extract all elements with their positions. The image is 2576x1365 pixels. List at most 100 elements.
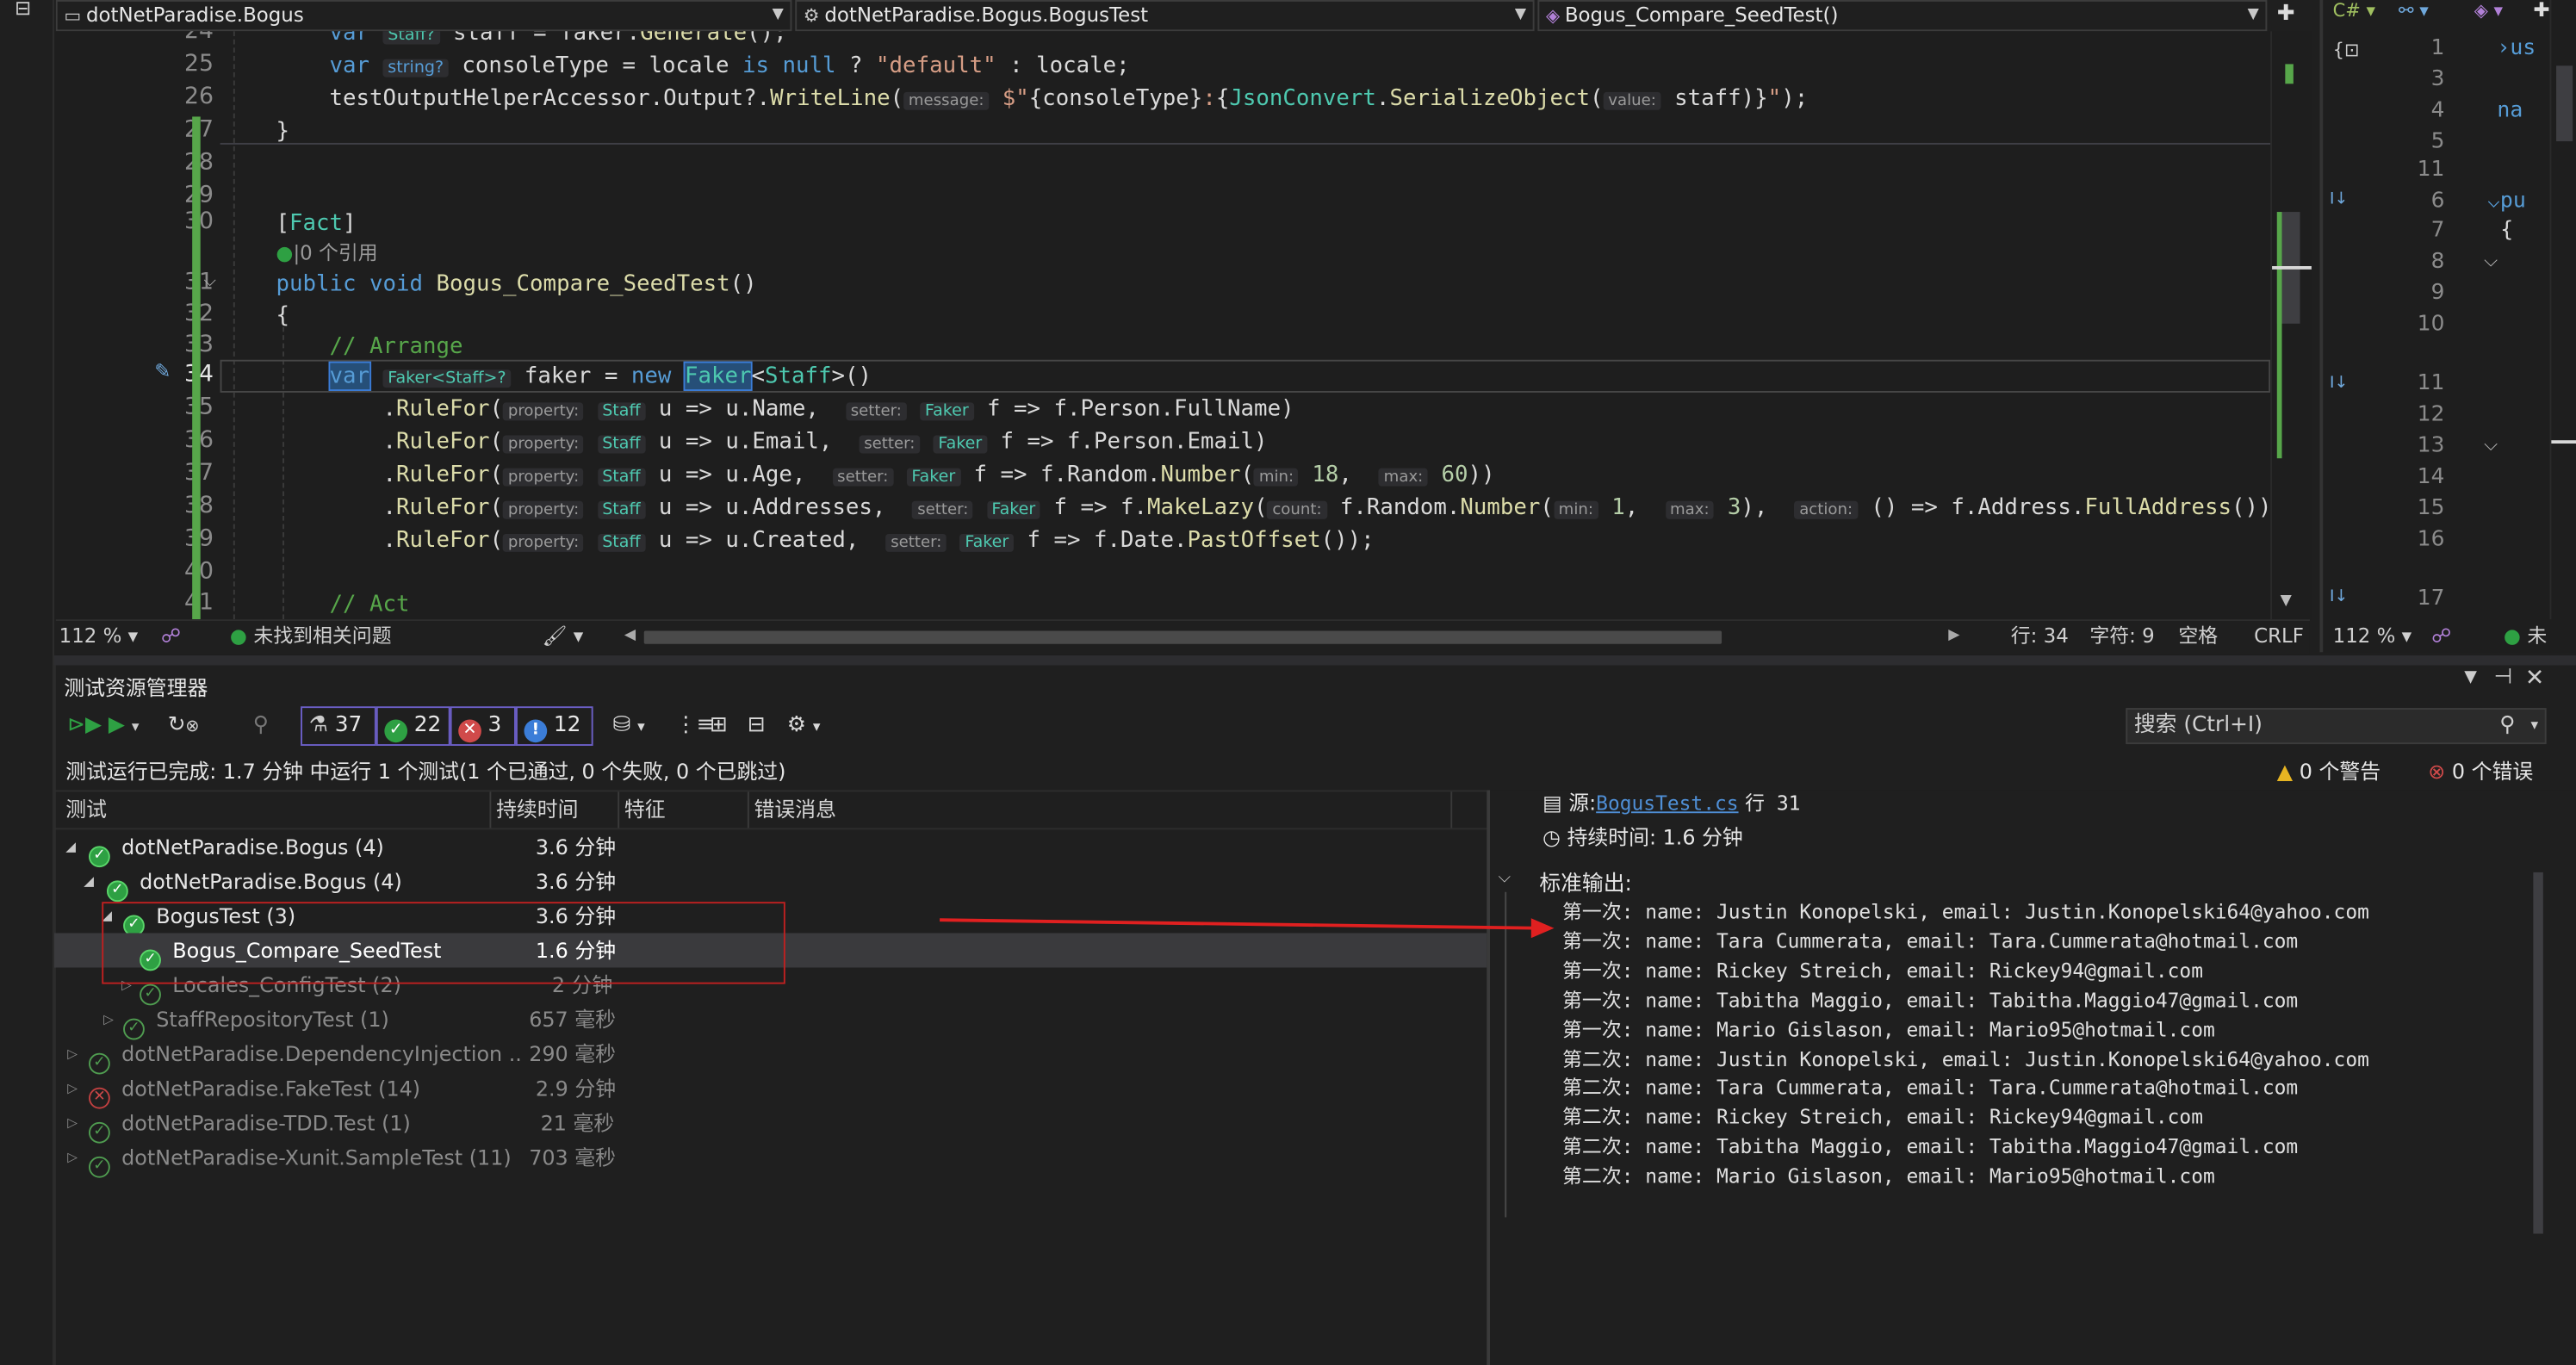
project-name: dotNetParadise.Bogus (85, 3, 304, 27)
group-by-icon[interactable]: ⋮≡ (675, 708, 715, 744)
collapse-chevron-icon[interactable]: ⌵ (204, 273, 216, 291)
run-icon[interactable]: ▶ ▾ (109, 708, 140, 744)
collapse-chevron-icon[interactable]: ⌵ (1499, 869, 1511, 887)
editor-vertical-scrollbar[interactable]: ▼ (2270, 31, 2312, 620)
method-icon: ◈ (1545, 4, 1561, 27)
code-line-34: var Faker<Staff>? faker = new Faker<Staf… (327, 361, 872, 391)
tree-row-project[interactable]: ▷ ✓ dotNetParadise.DependencyInjection .… (54, 1037, 1487, 1075)
collapse-chevron-icon[interactable]: ⌵ (2484, 250, 2498, 273)
split-editor-button[interactable]: ✚ (2277, 0, 2306, 31)
column-traits[interactable]: 特征 (624, 791, 666, 828)
column-error-message[interactable]: 错误消息 (754, 791, 836, 828)
cleanup-brush-icon[interactable]: 🖌 ▾ (542, 621, 583, 652)
scroll-thumb[interactable] (2556, 65, 2573, 142)
implementation-marker-icon[interactable]: I↓ (2330, 190, 2349, 208)
run-all-icon[interactable]: ⊳▶ (67, 708, 102, 744)
collapsed-triangle-icon[interactable]: ▷ (103, 1002, 114, 1037)
failed-tests-filter[interactable]: ✕ 3 (450, 706, 516, 747)
quick-actions-icon[interactable]: ✎ (154, 360, 171, 383)
clock-icon: ◷ (1542, 824, 1561, 850)
details-scrollbar[interactable] (2529, 791, 2545, 1365)
tree-row-class[interactable]: ▷ ✓ StaffRepositoryTest (1) 657 毫秒 (54, 1002, 1487, 1040)
code-line-30: [Fact] (276, 210, 357, 237)
copilot-icon[interactable]: ☍ (2431, 621, 2451, 652)
collapsed-triangle-icon[interactable]: ▷ (67, 1071, 78, 1106)
eol-indicator[interactable]: CRLF (2254, 621, 2304, 652)
tree-row-namespace[interactable]: ◢ ✓ dotNetParadise.Bogus (4) 3.6 分钟 (54, 864, 1487, 903)
scroll-caret-marker (2272, 266, 2312, 270)
scroll-down-icon[interactable]: ▼ (2281, 593, 2292, 610)
output-line: 第一次: name: Mario Gislason, email: Mario9… (1562, 1017, 2215, 1041)
project-dropdown[interactable]: ▭ dotNetParadise.Bogus ▼ (55, 0, 792, 32)
test-name: dotNetParadise.DependencyInjection .. (121, 1041, 522, 1066)
collapse-chevron-icon[interactable]: ⌵ (2484, 434, 2498, 457)
collapsed-triangle-icon[interactable]: ▷ (67, 1106, 78, 1140)
line-indicator[interactable]: 行: 34 (2011, 621, 2069, 652)
passed-icon: ✓ (89, 1145, 110, 1180)
right-vertical-scrollbar[interactable] (2549, 0, 2576, 620)
zoom-dropdown[interactable]: 112 % ▾ (59, 621, 139, 652)
warnings-filter[interactable]: ▲ 0 个警告 (2277, 754, 2380, 785)
char-indicator[interactable]: 字符: 9 (2089, 621, 2154, 652)
codelens[interactable]: ●|0 个引用 (276, 237, 377, 270)
source-link[interactable]: BogusTest.cs (1596, 791, 1738, 815)
pin-icon[interactable]: ⊣ (2494, 666, 2513, 691)
column-duration[interactable]: 持续时间 (496, 791, 578, 828)
member-icon[interactable]: ◈ ▾ (2474, 0, 2503, 22)
line-number: 37 (154, 460, 214, 487)
not-run-tests-filter[interactable]: ! 12 (515, 706, 593, 747)
tree-row-project[interactable]: ▷ ✓ dotNetParadise-TDD.Test (1) 21 毫秒 (54, 1106, 1487, 1144)
settings-gear-icon[interactable]: ⚙ ▾ (787, 708, 821, 744)
class-dropdown[interactable]: ⚙ dotNetParadise.Bogus.BogusTest ▼ (795, 0, 1535, 32)
not-run-count: 12 (553, 712, 581, 738)
tree-row-project[interactable]: ▷ ✓ dotNetParadise-Xunit.SampleTest (11)… (54, 1140, 1487, 1178)
code-editor[interactable]: 242526272829303132333435363738394041 ⌵ ✎… (55, 31, 2310, 620)
expand-triangle-icon[interactable]: ◢ (84, 864, 94, 898)
total-tests-filter[interactable]: ⚗ 37 (301, 706, 376, 747)
indent-indicator[interactable]: 空格 (2178, 621, 2218, 652)
right-zoom-dropdown[interactable]: 112 % ▾ (2333, 621, 2412, 652)
issues-indicator[interactable]: ● 未找到相关问题 (230, 621, 392, 652)
right-issues-indicator[interactable]: ● 未 (2504, 621, 2547, 652)
playlist-icon[interactable]: ⛁ ▾ (612, 708, 644, 744)
errors-filter[interactable]: ⊗ 0 个错误 (2428, 754, 2533, 785)
csharp-file-icon[interactable]: C# ▾ (2333, 0, 2375, 22)
chevron-down-icon: ▼ (1514, 6, 1527, 23)
passed-tests-filter[interactable]: ✓ 22 (376, 706, 450, 747)
failed-icon: ✕ (458, 719, 481, 743)
implementation-marker-icon[interactable]: I↓ (2330, 588, 2349, 606)
expand-all-icon[interactable]: ⊞ (710, 708, 728, 744)
collapsed-triangle-icon[interactable]: ▷ (67, 1037, 78, 1071)
test-duration: 3.6 分钟 (535, 835, 617, 859)
scroll-change-marker (2276, 212, 2282, 459)
line-number: 29 (154, 183, 214, 209)
scroll-thumb[interactable] (2533, 872, 2543, 1234)
tree-row-project[interactable]: ◢ ✓ dotNetParadise.Bogus (4) 3.6 分钟 (54, 829, 1487, 868)
split-editor-button[interactable]: ✚ (2533, 0, 2549, 22)
panel-splitter[interactable] (53, 655, 2576, 666)
search-input[interactable]: 搜索 (Ctrl+I) ⚲ ▾ (2126, 708, 2547, 745)
test-duration: 703 毫秒 (529, 1145, 617, 1170)
tree-row-project[interactable]: ▷ ✕ dotNetParadise.FakeTest (14) 2.9 分钟 (54, 1071, 1487, 1109)
close-icon[interactable]: ✕ (2525, 666, 2544, 692)
implementation-marker-icon[interactable]: I↓ (2330, 375, 2349, 393)
member-dropdown[interactable]: ◈ Bogus_Compare_SeedTest() ▼ (1537, 0, 2268, 32)
code-line-32: { (276, 301, 289, 329)
toolbox-icon[interactable]: ⊟ (15, 0, 31, 20)
horizontal-scroll-thumb[interactable] (643, 630, 1723, 644)
repeat-last-run-icon[interactable]: ↻⊗ (168, 708, 200, 744)
scroll-right-icon[interactable]: ▶ (1948, 628, 1959, 644)
test-duration: 21 毫秒 (540, 1110, 615, 1136)
copilot-icon[interactable]: ☍ (161, 621, 181, 652)
debug-icon[interactable]: ⚲ (253, 708, 269, 744)
right-editor[interactable]: C# ▾ ⚯ ▾ ◈ ▾ ✚ {⊡ I↓ I↓ I↓ 1 3 4 5 11 6 7 8 9 10 1… (2319, 0, 2576, 653)
branch-icon[interactable]: ⚯ ▾ (2399, 0, 2429, 22)
panel-menu-icon[interactable]: ▼ (2464, 668, 2477, 686)
expand-triangle-icon[interactable]: ◢ (65, 829, 76, 864)
reference-count[interactable]: 0 个引用 (300, 241, 378, 264)
collapsed-triangle-icon[interactable]: ▷ (67, 1140, 78, 1175)
scroll-left-icon[interactable]: ◀ (624, 628, 636, 644)
line-number: 40 (154, 559, 214, 586)
collapse-all-icon[interactable]: ⊟ (748, 708, 766, 744)
column-test[interactable]: 测试 (65, 791, 107, 828)
